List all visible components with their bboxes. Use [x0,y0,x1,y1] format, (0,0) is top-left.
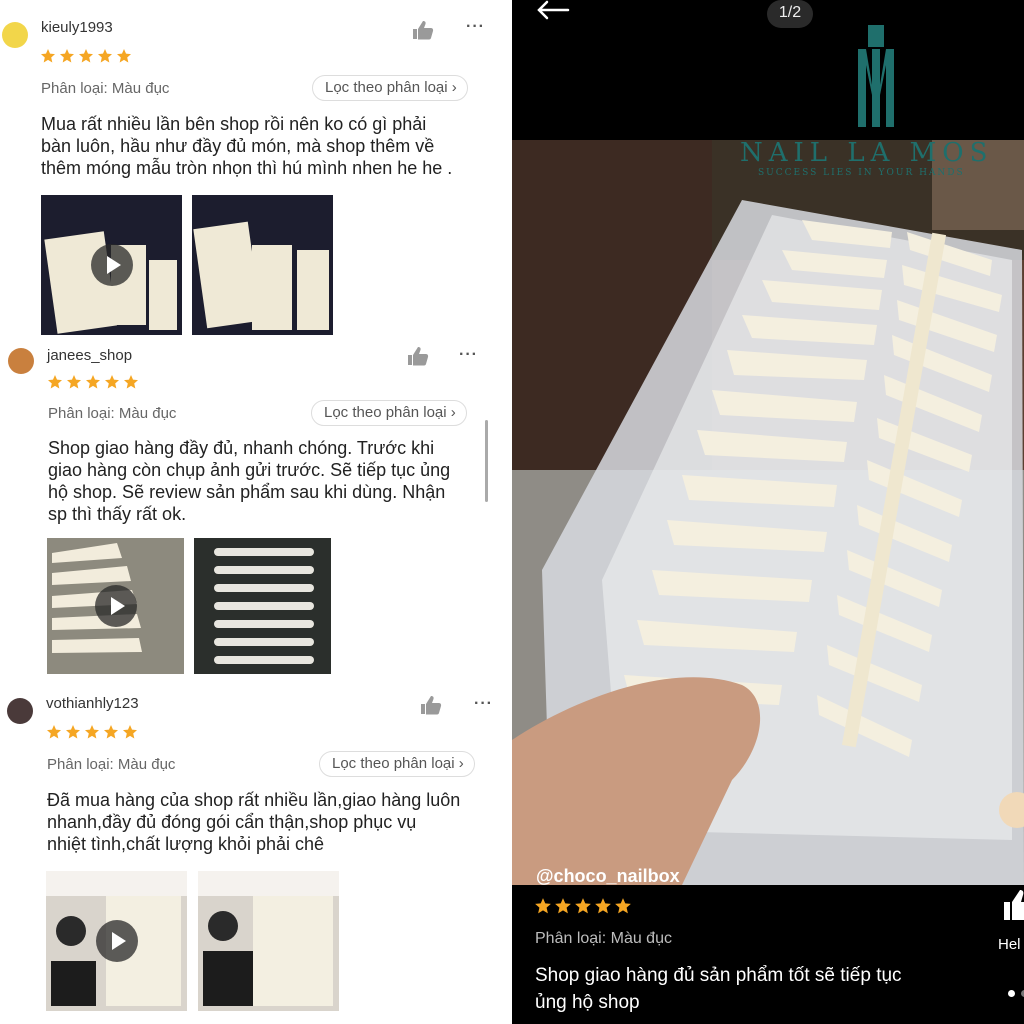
username[interactable]: kieuly1993 [41,19,113,36]
review-text-line: Đã mua hàng của shop rất nhiều lần,giao … [47,790,461,810]
review-text-line: hộ shop. Sẽ review sản phẩm sau khi dùng… [48,482,446,502]
review-text-line: bàn luôn, hầu như đầy đủ món, mà shop th… [41,136,435,156]
star-icon [555,898,571,914]
review-card: vothianhly123 ··· Phân loại: Màu đục Lọc… [0,685,512,1024]
filter-by-variant-button[interactable]: Lọc theo phân loại › [311,400,467,426]
brand-slogan: SUCCESS LIES IN YOUR HANDS [758,168,965,178]
star-icon [47,725,61,739]
avatar[interactable] [8,348,34,374]
star-icon [66,725,80,739]
review-video-thumbnail[interactable] [46,871,187,1011]
rating-stars [47,374,139,390]
star-icon [575,898,591,914]
review-text: Đã mua hàng của shop rất nhiều lần,giao … [47,789,460,855]
review-text-line: Mua rất nhiều lần bên shop rồi nên ko có… [41,114,427,134]
review-photo[interactable] [512,140,1024,885]
more-options-icon[interactable]: ··· [459,346,478,364]
filter-by-variant-button[interactable]: Lọc theo phân loại › [319,751,475,777]
review-video-thumbnail[interactable] [41,195,182,335]
star-icon [41,49,55,63]
star-icon [595,898,611,914]
star-icon [535,898,551,914]
review-text-line: thêm móng mẫu tròn nhọn thì hú mình nhen… [41,158,453,178]
more-options-icon[interactable]: ··· [474,695,493,713]
star-icon [615,898,631,914]
star-icon [117,49,131,63]
variant-label: Phân loại: Màu đục [48,405,177,422]
star-icon [86,375,100,389]
play-icon[interactable] [90,244,133,286]
more-options-icon[interactable]: ··· [466,18,485,36]
star-icon [124,375,138,389]
like-icon[interactable] [407,346,429,366]
star-icon [123,725,137,739]
avatar[interactable] [7,698,33,724]
filter-label: Lọc theo phân loại [332,755,455,772]
star-icon [85,725,99,739]
username[interactable]: vothianhly123 [46,695,139,712]
viewer-rating-stars [534,897,632,915]
review-text-line: nhanh,đầy đủ đóng gói cẩn thận,shop phục… [47,812,417,832]
review-card: janees_shop ··· Phân loại: Màu đục Lọc t… [0,340,512,685]
avatar[interactable] [2,22,28,48]
filter-label: Lọc theo phân loại [324,404,447,421]
image-counter: 1/2 [767,0,813,28]
filter-by-variant-button[interactable]: Lọc theo phân loại › [312,75,468,101]
variant-label: Phân loại: Màu đục [47,756,176,773]
helpful-like-icon[interactable] [1004,890,1024,920]
review-video-thumbnail[interactable] [47,538,184,674]
helpful-label[interactable]: Hel [998,936,1021,953]
viewer-variant-label: Phân loại: Màu đục [535,930,672,947]
review-text-line: nhiệt tình,chất lượng khỏi phải chê [47,834,325,854]
review-text: Mua rất nhiều lần bên shop rồi nên ko có… [41,113,452,179]
rating-stars [46,724,138,740]
review-image-thumbnail[interactable] [192,195,333,335]
pagination-dots [1008,990,1024,997]
like-icon[interactable] [412,20,434,40]
star-icon [60,49,74,63]
star-icon [104,725,118,739]
review-text-line: Shop giao hàng đầy đủ, nhanh chóng. Trướ… [48,438,435,458]
play-icon[interactable] [95,920,138,962]
star-icon [98,49,112,63]
page-dot-active[interactable] [1008,990,1015,997]
star-icon [48,375,62,389]
review-text: Shop giao hàng đầy đủ, nhanh chóng. Trướ… [48,437,450,525]
star-icon [105,375,119,389]
filter-label: Lọc theo phân loại [325,79,448,96]
username[interactable]: janees_shop [47,347,132,364]
review-image-thumbnail[interactable] [198,871,339,1011]
star-icon [67,375,81,389]
star-icon [79,49,93,63]
viewer-review-text: Shop giao hàng đủ sản phẩm tốt sẽ tiếp t… [535,965,902,1013]
review-text-line: sp thì thấy rất ok. [48,504,187,524]
rating-stars [40,48,132,64]
variant-label: Phân loại: Màu đục [41,80,170,97]
image-viewer: 1/2 NAIL LA MOS SUCCESS LIES IN YOUR HAN… [512,0,1024,1024]
brand-logo [858,25,894,127]
review-text-line: giao hàng còn chụp ảnh gửi trước. Sẽ tiế… [48,460,451,480]
brand-name: NAIL LA MOS [740,138,994,168]
review-list: kieuly1993 ··· Phân loại: Màu đục Lọc th… [0,0,512,1024]
play-icon[interactable] [94,585,137,627]
review-image-thumbnail[interactable] [194,538,331,674]
viewer-username[interactable]: @choco_nailbox [536,866,680,887]
like-icon[interactable] [420,695,442,715]
scrollbar[interactable] [485,420,488,502]
back-arrow-icon[interactable] [536,0,570,20]
review-card: kieuly1993 ··· Phân loại: Màu đục Lọc th… [0,0,512,340]
